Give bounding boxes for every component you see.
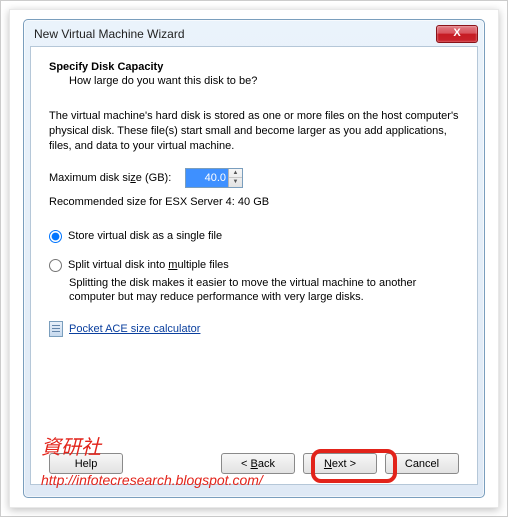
close-button[interactable]: X bbox=[436, 25, 478, 43]
titlebar: New Virtual Machine Wizard X bbox=[30, 26, 478, 46]
watermark-cn: 資研社 bbox=[41, 431, 101, 460]
page-heading: Specify Disk Capacity bbox=[49, 61, 459, 73]
page-description: The virtual machine's hard disk is store… bbox=[49, 109, 459, 154]
button-bar: Help < Back Next > Cancel bbox=[49, 451, 459, 474]
recommended-text: Recommended size for ESX Server 4: 40 GB bbox=[49, 196, 459, 208]
split-hint: Splitting the disk makes it easier to mo… bbox=[69, 276, 459, 306]
spin-down-icon[interactable]: ▼ bbox=[229, 178, 242, 187]
radio-single-input[interactable] bbox=[49, 230, 62, 243]
document-icon bbox=[49, 321, 63, 337]
calculator-link[interactable]: Pocket ACE size calculator bbox=[69, 323, 200, 335]
radio-single-file[interactable]: Store virtual disk as a single file bbox=[49, 230, 459, 243]
max-size-row: Maximum disk size (GB): ▲ ▼ bbox=[49, 168, 459, 188]
next-button[interactable]: Next > bbox=[303, 453, 377, 474]
wizard-window: New Virtual Machine Wizard X Specify Dis… bbox=[23, 19, 485, 498]
window-title: New Virtual Machine Wizard bbox=[34, 27, 185, 41]
page-subheading: How large do you want this disk to be? bbox=[69, 75, 459, 87]
wizard-content: Specify Disk Capacity How large do you w… bbox=[30, 46, 478, 485]
watermark-url: http://infotecresearch.blogspot.com/ bbox=[41, 472, 263, 488]
back-button[interactable]: < Back bbox=[221, 453, 295, 474]
radio-multiple-files[interactable]: Split virtual disk into multiple files bbox=[49, 259, 459, 272]
spin-up-icon[interactable]: ▲ bbox=[229, 169, 242, 179]
max-size-label: Maximum disk size (GB): bbox=[49, 172, 179, 184]
spinner-buttons[interactable]: ▲ ▼ bbox=[228, 169, 242, 187]
radio-multiple-input[interactable] bbox=[49, 259, 62, 272]
radio-single-label: Store virtual disk as a single file bbox=[68, 230, 222, 242]
calculator-link-row: Pocket ACE size calculator bbox=[49, 321, 459, 337]
radio-multiple-label: Split virtual disk into multiple files bbox=[68, 259, 229, 271]
cancel-button[interactable]: Cancel bbox=[385, 453, 459, 474]
